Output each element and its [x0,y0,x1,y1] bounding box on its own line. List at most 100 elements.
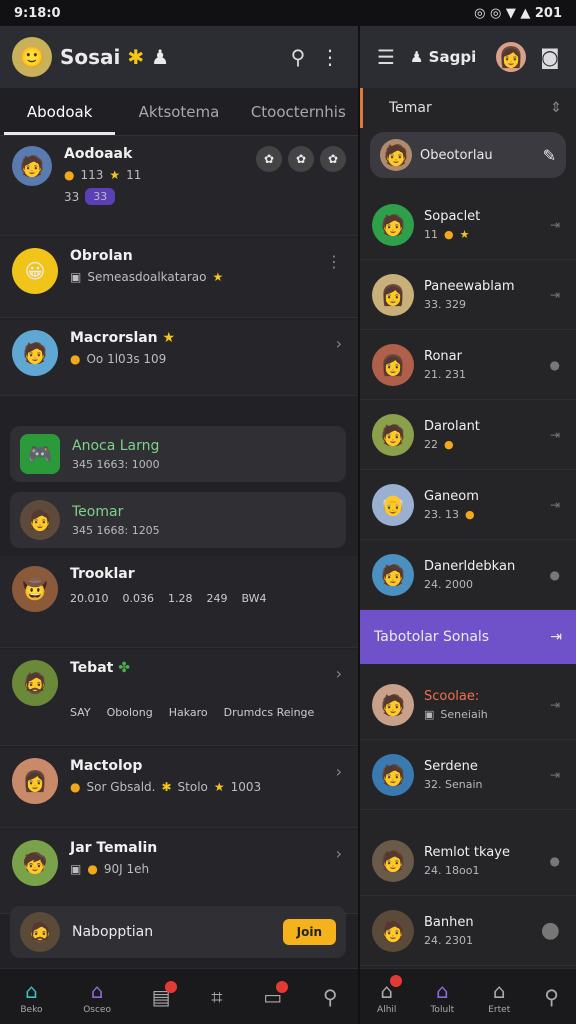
contact-row[interactable]: 👴 Ganeom 23. 13 ● ⇥ [360,470,576,540]
item-value: Obolong [106,706,153,719]
camera-icon[interactable]: ◙ [534,41,566,73]
contact-name: Paneewablam [424,278,515,294]
contact-row[interactable]: 👩 Paneewablam 33. 329 ⇥ [360,260,576,330]
nav-store[interactable]: ⌂ Osceo [83,979,111,1015]
search-field[interactable]: 🧑 Obeotorlau ✎ [370,132,566,178]
react-icon[interactable]: ✿ [256,146,282,172]
more-icon[interactable]: ⋮ [314,41,346,73]
contact-sub: ▣ Seneiaih [424,708,488,721]
avatar: 🧑 [372,909,414,952]
contact-row[interactable]: 🧑 Scoolae: ▣ Seneiaih ⇥ [360,670,576,740]
nav-label: Tolult [430,1004,455,1015]
coin-icon: ● [70,780,81,794]
coin-icon: ● [549,357,560,372]
card-actions: ✿ ✿ ✿ [256,146,346,172]
nav-home[interactable]: ⌂ Alhil [377,974,403,1015]
feed-card-mactolop[interactable]: 👩 Mactolop ● Sor Gbsald. ✱ Stolo ★ 1003 › [0,748,358,828]
right-pane: ☰ ♟ Sagpi 👩 ◙ Temar ⇕ 🧑 Obeotorlau ✎ 🧑 S… [360,26,576,1024]
contact-name: Scoolae: [424,688,480,704]
tab-aktsotema[interactable]: Aktsotema [119,88,238,135]
star-count: 11 [126,168,142,182]
highlight-banner[interactable]: Tabotolar Sonals ⇥ [360,610,576,664]
nav-shop[interactable]: ⌂ Ertet [488,979,510,1015]
contact-row[interactable]: 🧑 Remlot tkaye 24. 18oo1 ● [360,826,576,896]
nav-map[interactable]: ⌗ [211,985,222,1009]
contact-row[interactable]: 🧑 Serdene 32. Senain ⇥ [360,740,576,810]
avatar: 🧑 [12,146,52,186]
search-input[interactable]: Obeotorlau [420,148,535,163]
action-icon[interactable]: ⇥ [550,768,560,782]
nav-home[interactable]: ⌂ Beko [20,979,42,1015]
react-icon[interactable]: ✿ [288,146,314,172]
sort-icon[interactable]: ⇕ [550,100,562,116]
app-brand: Sosai ✱ ♟ [60,45,170,69]
contact-sub: 23. 13 ● [424,508,479,521]
nav-search[interactable]: ⚲ [544,985,559,1009]
feed-card-trooklar[interactable]: 🤠 Trooklar 20.010 0.036 1.28 249 BW4 [0,556,358,648]
avatar: 👩 [12,758,58,804]
menu-icon[interactable]: ☰ [370,41,402,73]
card-sub: ● Sor Gbsald. ✱ Stolo ★ 1003 [70,780,261,794]
contact-row[interactable]: 🧑 Darolant 22 ● ⇥ [360,400,576,470]
chevron-right-icon[interactable]: › [336,664,342,683]
right-title-text: Sagpi [428,48,477,66]
contact-sub-text: Seneiaih [440,707,488,721]
action-icon[interactable]: ⇥ [550,498,560,512]
pill-badge: 33 [85,188,116,205]
card-name: Tebat ✤ [70,660,346,676]
chevron-right-icon[interactable]: › [336,762,342,781]
nav-search[interactable]: ⚲ [323,985,338,1009]
action-icon[interactable]: ⇥ [550,218,560,232]
avatar: 🧔 [20,912,60,952]
action-icon[interactable]: ⇥ [550,428,560,442]
join-button[interactable]: Join [282,919,336,945]
chevron-right-icon[interactable]: › [336,844,342,863]
contact-row[interactable]: 🧑 Banhen 24. 2301 ● [360,896,576,966]
nav-messages[interactable]: ▭ [263,980,289,1009]
action-icon[interactable]: ⇥ [550,698,560,712]
search-icon[interactable]: ⚲ [282,41,314,73]
feed-card-macrorslan[interactable]: 🧑 Macrorslan ★ ● Oo 1l03s 109 › [0,320,358,396]
chevron-right-icon[interactable]: › [336,334,342,353]
map-icon: ⌗ [211,984,223,1009]
bottom-nav: ⌂ Beko ⌂ Osceo ▤ ⌗ ▭ ⚲ [0,968,358,1024]
avatar: 🧑 [372,413,414,456]
more-icon[interactable]: ⋮ [326,252,342,271]
nav-store[interactable]: ⌂ Tolult [430,979,454,1015]
inner-card-anoca[interactable]: 🎮 Anoca Larng 345 1663: 1000 [10,426,346,482]
search-icon: ⚲ [322,984,338,1009]
card-sub: 345 1668: 1205 [72,523,160,537]
item-value: SAY [70,706,91,719]
action-icon[interactable]: ⇥ [550,629,562,645]
react-icon[interactable]: ✿ [320,146,346,172]
feed-card-jar-temalin[interactable]: 🧒 Jar Temalin ▣ ● 90J 1eh › [0,830,358,914]
avatar: 👩 [372,343,414,386]
profile-avatar[interactable]: 🙂 [12,37,52,77]
contact-sub: 24. 18oo1 [424,863,480,877]
contact-sub: 22 ● [424,438,480,451]
profile-avatar[interactable]: 👩 [496,42,526,72]
contact-row[interactable]: 🧑 Danerldebkan 24. 2000 ● [360,540,576,610]
feed-card-obrolan[interactable]: 😀 Obrolan ▣ Semeasdoalkatarao ★ ⋮ [0,238,358,318]
edit-icon[interactable]: ✎ [543,146,556,165]
inner-card-teomar[interactable]: 🧑 Teomar 345 1668: 1205 [10,492,346,548]
feed-card-tebat[interactable]: 🧔 Tebat ✤ SAY Obolong Hakaro Drumdcs Rei… [0,650,358,746]
inner-card-nabopptian[interactable]: 🧔 Nabopptian Join [10,906,346,958]
tab-abodoak[interactable]: Abodoak [0,88,119,135]
avatar: 🧑 [372,203,414,246]
notification-badge [390,974,403,987]
contact-row[interactable]: 🧑 Sopaclet 11 ● ★ ⇥ [360,190,576,260]
nav-label: Osceo [83,1004,111,1015]
contact-row[interactable]: 👩 Ronar 21. 231 ● [360,330,576,400]
contact-sub: 32. Senain [424,777,483,791]
status-bar: 9:18:0 ◎ ◎ ▼ ▲ 201 [0,0,576,26]
nav-shop[interactable]: ▤ [152,980,177,1009]
tab-ctoocternhis[interactable]: Ctoocternhis [239,88,358,135]
card-meta: 33 33 [64,188,141,205]
card-name: Obrolan [70,248,133,264]
contact-sub-text: 11 [424,227,438,241]
card-name: Mactolop [70,758,143,774]
card-name: Aodoaak [64,146,133,162]
action-icon[interactable]: ⇥ [550,288,560,302]
feed-card-aodoaak[interactable]: 🧑 Aodoaak ● 113 ★ 11 33 33 ✿ ✿ ✿ [0,136,358,236]
